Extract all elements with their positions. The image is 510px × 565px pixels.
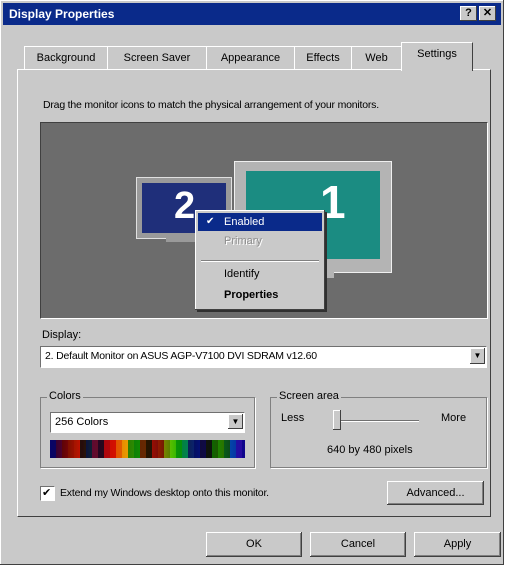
colors-select-value: 256 Colors bbox=[55, 416, 109, 428]
extend-desktop-label: Extend my Windows desktop onto this moni… bbox=[60, 487, 269, 499]
tab-label: Settings bbox=[417, 48, 457, 60]
tab-label: Screen Saver bbox=[123, 52, 191, 64]
close-button[interactable]: ✕ bbox=[479, 6, 496, 21]
menu-item-label: Properties bbox=[224, 289, 279, 301]
screen-area-label: Screen area bbox=[277, 390, 341, 402]
monitor-2-number: 2 bbox=[174, 185, 196, 227]
colors-group-label: Colors bbox=[47, 390, 83, 402]
menu-item-properties[interactable]: Properties bbox=[198, 286, 322, 304]
display-select-value: 2. Default Monitor on ASUS AGP-V7100 DVI… bbox=[45, 350, 317, 362]
title-bar[interactable]: Display Properties ? ✕ bbox=[3, 3, 501, 25]
cancel-button[interactable]: Cancel bbox=[310, 532, 406, 557]
menu-separator bbox=[201, 260, 319, 262]
window-title: Display Properties bbox=[9, 7, 115, 21]
menu-item-primary[interactable]: Primary bbox=[198, 232, 322, 250]
screen-area-resolution: 640 by 480 pixels bbox=[327, 444, 413, 456]
screen-area-group: Screen area Less More 640 by 480 pixels bbox=[270, 390, 487, 468]
tab-label: Web bbox=[365, 52, 388, 64]
menu-item-label: Primary bbox=[224, 235, 262, 247]
display-dropdown-button[interactable]: ▼ bbox=[470, 348, 485, 364]
instruction-text: Drag the monitor icons to match the phys… bbox=[43, 99, 379, 111]
screen-area-slider-track bbox=[335, 420, 419, 422]
tab-label: Background bbox=[36, 52, 96, 64]
menu-item-label: Enabled bbox=[224, 216, 265, 228]
checkmark-icon: ✔ bbox=[42, 487, 52, 499]
chevron-down-icon: ▼ bbox=[231, 417, 240, 426]
ok-button[interactable]: OK bbox=[206, 532, 302, 557]
screen-area-slider-thumb[interactable] bbox=[333, 410, 341, 430]
monitor-context-menu: ✔ Enabled Primary Identify Properties bbox=[195, 210, 325, 310]
help-button[interactable]: ? bbox=[460, 6, 477, 21]
menu-item-enabled[interactable]: ✔ Enabled bbox=[198, 213, 322, 231]
tab-web[interactable]: Web bbox=[351, 46, 402, 69]
tab-screen-saver[interactable]: Screen Saver bbox=[107, 46, 207, 69]
color-spectrum-bar bbox=[50, 440, 245, 458]
colors-select[interactable]: 256 Colors ▼ bbox=[50, 412, 245, 433]
screen-area-less-label: Less bbox=[281, 412, 305, 424]
screen-area-more-label: More bbox=[441, 412, 467, 424]
apply-button[interactable]: Apply bbox=[414, 532, 501, 557]
tab-background[interactable]: Background bbox=[24, 46, 108, 69]
advanced-button[interactable]: Advanced... bbox=[387, 481, 484, 505]
display-select[interactable]: 2. Default Monitor on ASUS AGP-V7100 DVI… bbox=[40, 346, 487, 368]
tab-effects[interactable]: Effects bbox=[294, 46, 352, 69]
tab-settings[interactable]: Settings bbox=[401, 42, 473, 71]
tab-label: Appearance bbox=[220, 52, 281, 64]
menu-item-identify[interactable]: Identify bbox=[198, 265, 322, 283]
chevron-down-icon: ▼ bbox=[473, 351, 482, 360]
colors-dropdown-button[interactable]: ▼ bbox=[228, 414, 243, 429]
check-icon: ✔ bbox=[206, 216, 215, 227]
colors-group: Colors 256 Colors ▼ bbox=[40, 390, 255, 468]
display-properties-window: Display Properties ? ✕ Background Screen… bbox=[0, 0, 504, 565]
menu-item-label: Identify bbox=[224, 268, 260, 280]
display-label: Display: bbox=[42, 329, 82, 341]
tab-label: Effects bbox=[306, 52, 340, 64]
tab-appearance[interactable]: Appearance bbox=[206, 46, 295, 69]
extend-desktop-checkbox[interactable]: ✔ bbox=[40, 486, 55, 501]
